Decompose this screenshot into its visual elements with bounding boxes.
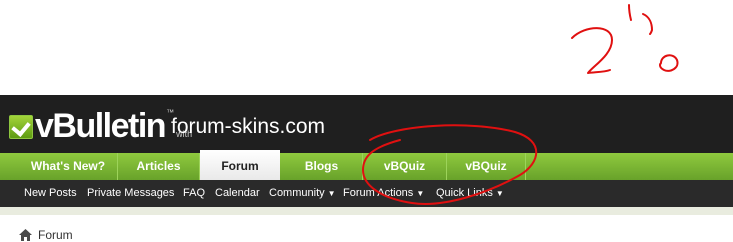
handwritten-two <box>571 27 613 74</box>
tab-whats-new[interactable]: What's New? <box>19 153 118 180</box>
subnav-faq[interactable]: FAQ <box>183 180 205 207</box>
vbulletin-logo[interactable]: vBulletin ™ with <box>9 103 192 143</box>
tab-vbquiz-2[interactable]: vBQuiz <box>447 153 526 180</box>
subnav-forum-actions[interactable]: Forum Actions ▼ <box>343 180 424 207</box>
logo-text: vBulletin <box>35 107 167 145</box>
tab-vbquiz-1[interactable]: vBQuiz <box>363 153 447 180</box>
chevron-down-icon: ▼ <box>327 189 336 198</box>
breadcrumb-current[interactable]: Forum <box>38 228 73 242</box>
main-navbar: What's New? Articles Forum Blogs vBQuiz … <box>0 150 733 180</box>
home-icon[interactable] <box>19 229 32 241</box>
checkmark-logo-icon <box>9 115 33 139</box>
site-name: forum-skins.com <box>171 115 326 138</box>
chevron-down-icon: ▼ <box>416 189 425 198</box>
handwritten-zero <box>659 54 679 72</box>
tab-forum[interactable]: Forum <box>200 150 280 180</box>
handwritten-dot <box>628 4 632 21</box>
subnav-community[interactable]: Community ▼ <box>269 180 336 207</box>
subnav-new-posts[interactable]: New Posts <box>24 180 77 207</box>
subnav-quick-links[interactable]: Quick Links ▼ <box>436 180 504 207</box>
tab-blogs[interactable]: Blogs <box>281 153 363 180</box>
sub-navbar: New Posts Private Messages FAQ Calendar … <box>0 180 733 207</box>
breadcrumb: Forum <box>19 228 73 242</box>
site-header: vBulletin ™ with forum-skins.com <box>0 95 733 153</box>
subnav-private-messages[interactable]: Private Messages <box>87 180 174 207</box>
handwritten-small-stroke <box>642 13 653 35</box>
content-top-strip <box>0 207 733 215</box>
chevron-down-icon: ▼ <box>495 189 504 198</box>
subnav-calendar[interactable]: Calendar <box>215 180 260 207</box>
tab-articles[interactable]: Articles <box>118 153 200 180</box>
